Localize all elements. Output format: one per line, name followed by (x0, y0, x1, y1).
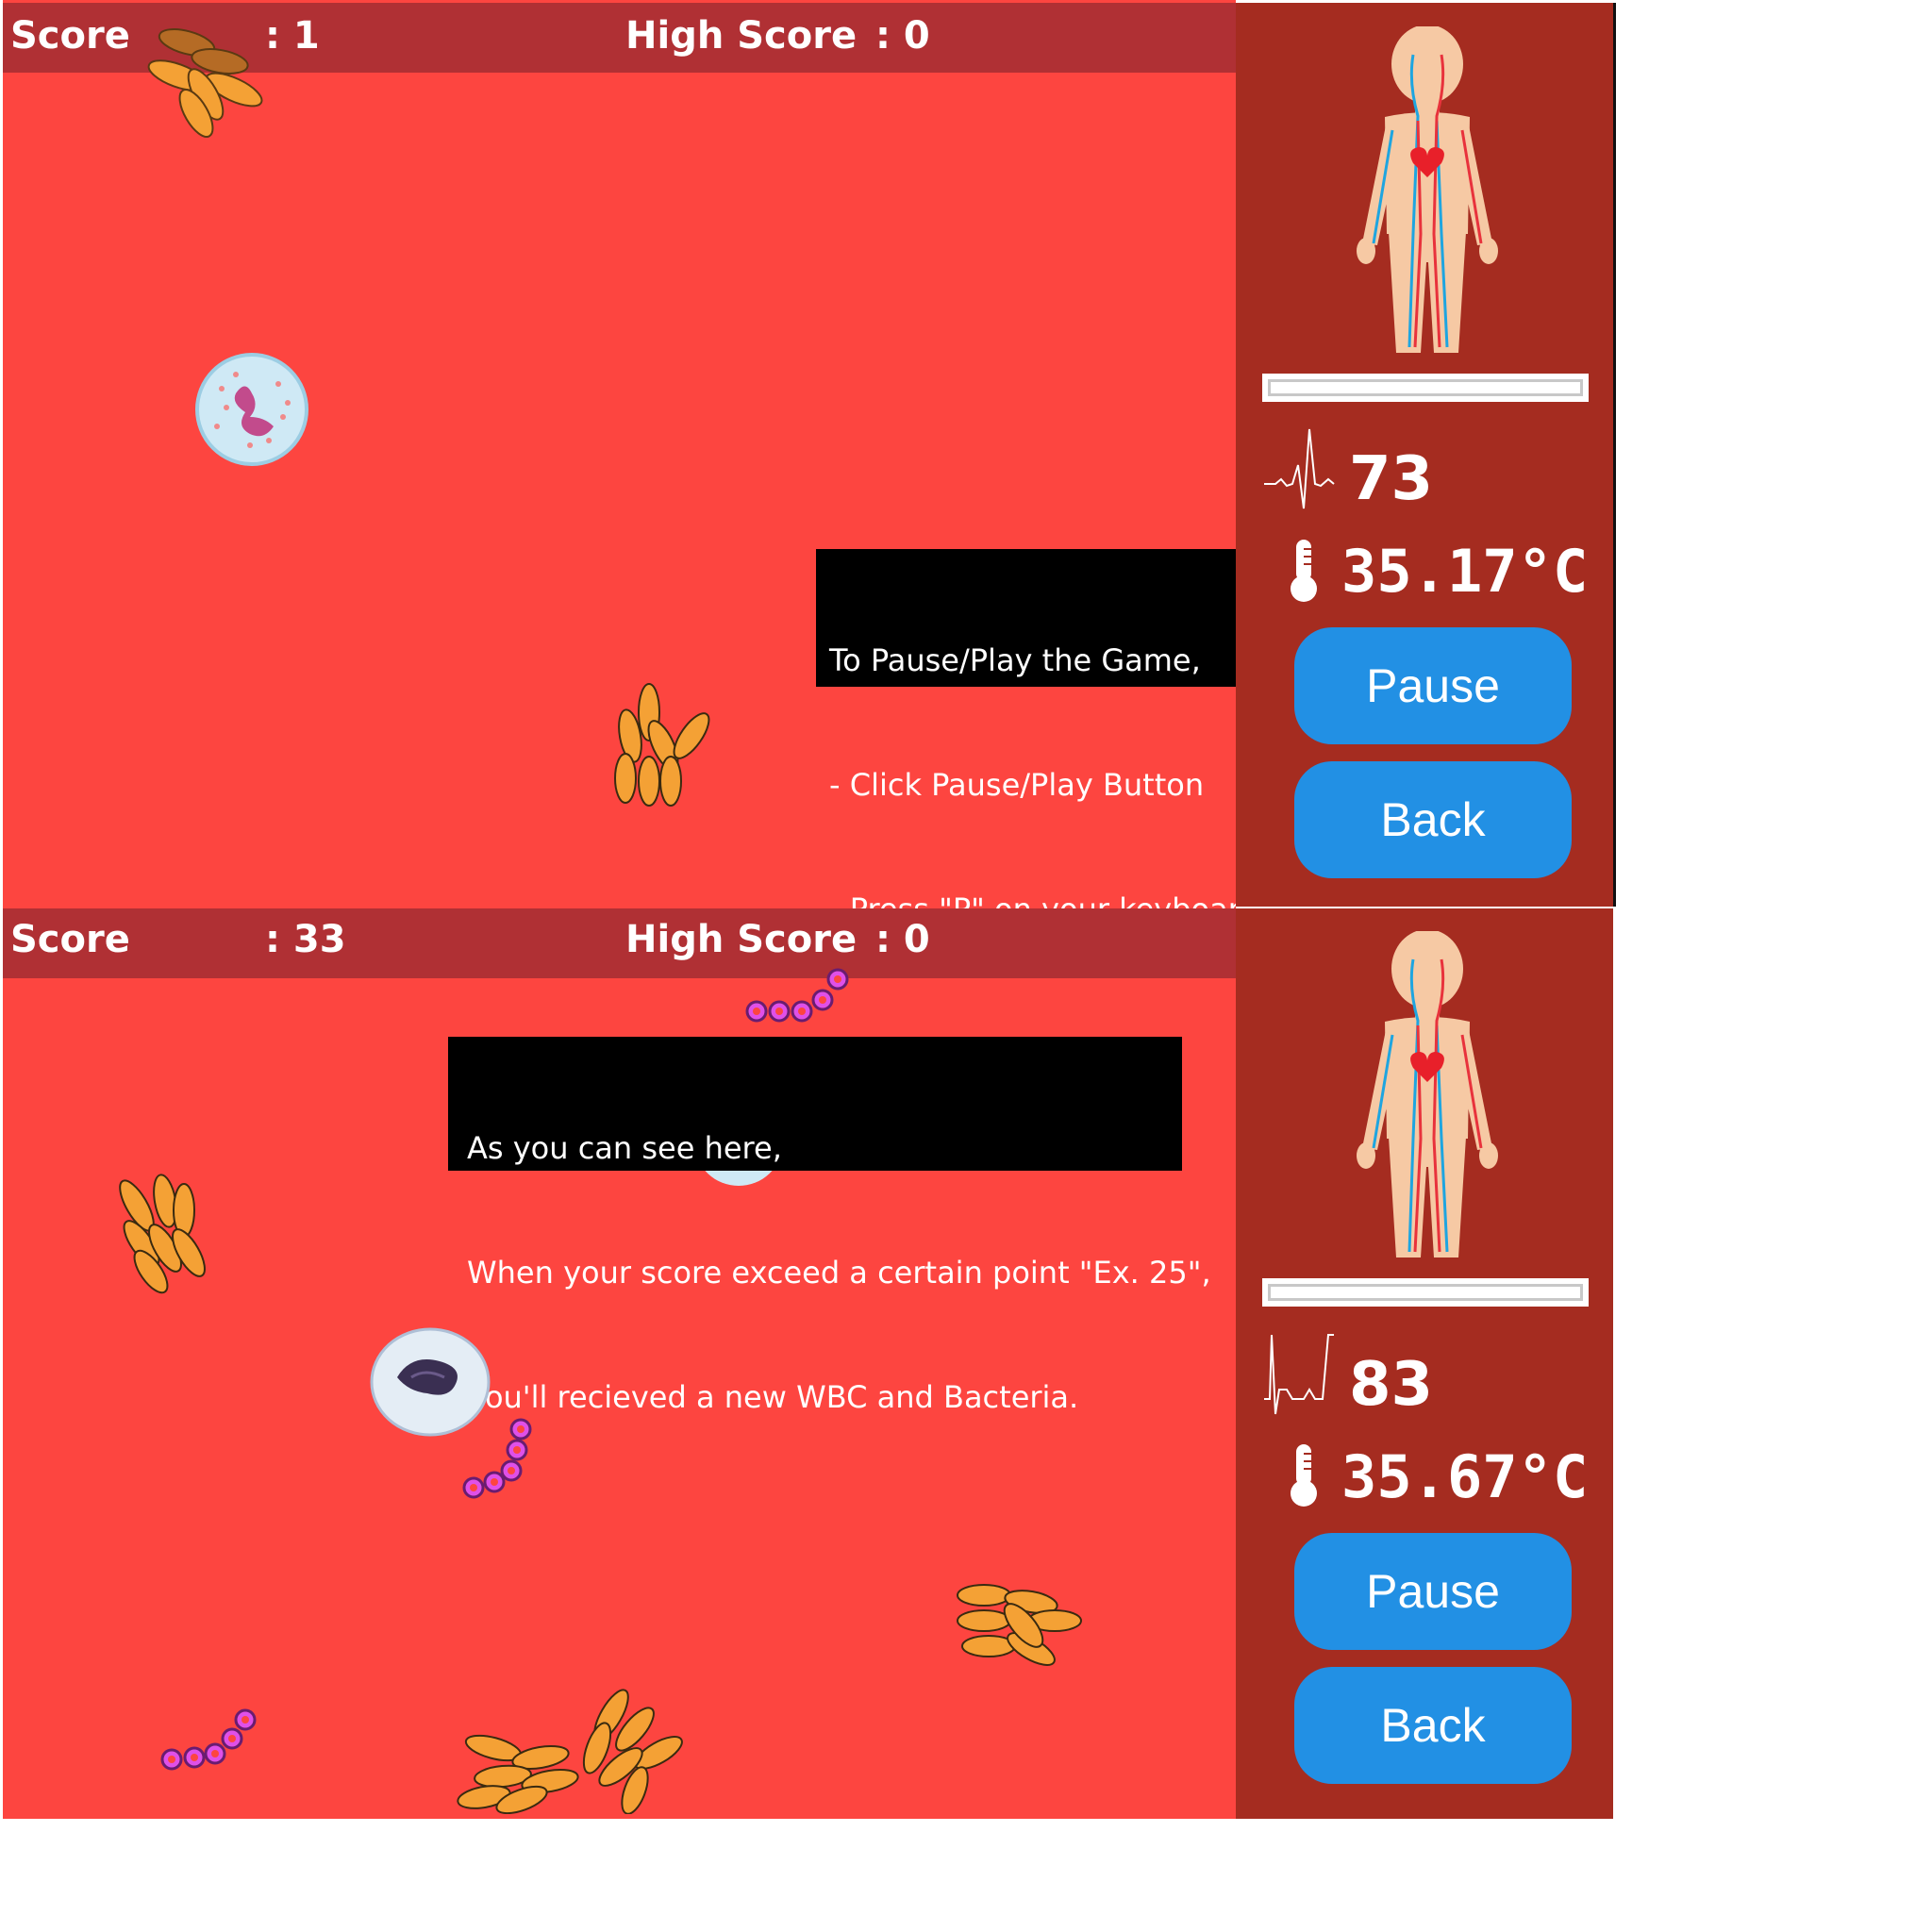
bacteria-icon[interactable] (446, 1673, 701, 1814)
bacteria-icon[interactable] (607, 679, 715, 811)
bacteria-icon[interactable] (956, 1578, 1088, 1682)
health-bar (1262, 1278, 1589, 1307)
wbc-icon[interactable] (193, 351, 310, 468)
game-field[interactable]: Score : 33 High Score : 0 As you can see… (3, 908, 1236, 1819)
score-value: : 1 (265, 14, 320, 58)
tooltip-line: To Pause/Play the Game, (829, 642, 1201, 678)
high-score-value: : 0 (875, 918, 930, 961)
bacteria-icon[interactable] (108, 1168, 212, 1300)
high-score-value: : 0 (875, 14, 930, 58)
back-button[interactable]: Back (1294, 761, 1572, 878)
temperature-value: 35.67°C (1341, 1442, 1589, 1511)
status-sidebar: 83 35.67°C Pause Back (1236, 908, 1613, 1819)
bacteria-icon[interactable] (743, 960, 857, 1026)
human-body-icon (1357, 931, 1498, 1257)
game-panel-bottom: Score : 33 High Score : 0 As you can see… (0, 908, 1613, 1819)
bacteria-icon[interactable] (462, 1410, 547, 1505)
bacteria-icon[interactable] (158, 1701, 272, 1776)
score-label: Score (10, 14, 130, 58)
score-bar: Score : 33 High Score : 0 (3, 908, 1236, 978)
pause-button[interactable]: Pause (1294, 627, 1572, 744)
game-field[interactable]: Score : 1 High Score : 0 To Pause/Play t… (3, 0, 1236, 908)
status-sidebar: 73 35.17°C Pause Back (1236, 3, 1616, 907)
tooltip-line: When your score exceed a certain point "… (467, 1255, 1211, 1291)
heartbeat-icon (1264, 428, 1335, 509)
thermometer-icon (1291, 540, 1317, 602)
pause-button[interactable]: Pause (1294, 1533, 1572, 1650)
tooltip-line: As you can see here, (467, 1130, 782, 1166)
heart-rate-value: 73 (1349, 444, 1434, 514)
bacteria-icon[interactable] (140, 24, 272, 146)
game-panel-top: Score : 1 High Score : 0 To Pause/Play t… (0, 0, 1616, 908)
high-score-label: High Score (625, 14, 858, 58)
score-label: Score (10, 918, 130, 961)
temperature-value: 35.17°C (1341, 537, 1589, 606)
new-wbc-info-tooltip: As you can see here, When your score exc… (448, 1037, 1211, 1415)
tooltip-line: - Click Pause/Play Button (829, 767, 1205, 803)
pause-instructions-tooltip: To Pause/Play the Game, - Click Pause/Pl… (816, 549, 1236, 908)
tooltip-line: - Press "P" on your keyboard (829, 889, 1236, 908)
health-bar (1262, 374, 1589, 402)
human-body-icon (1357, 26, 1498, 353)
thermometer-icon (1291, 1444, 1317, 1507)
high-score-label: High Score (625, 918, 858, 961)
tooltip-line: you'll recieved a new WBC and Bacteria. (467, 1379, 1079, 1415)
heart-rate-value: 83 (1349, 1350, 1434, 1420)
score-value: : 33 (265, 918, 346, 961)
heartbeat-icon (1264, 1334, 1334, 1415)
back-button[interactable]: Back (1294, 1667, 1572, 1784)
